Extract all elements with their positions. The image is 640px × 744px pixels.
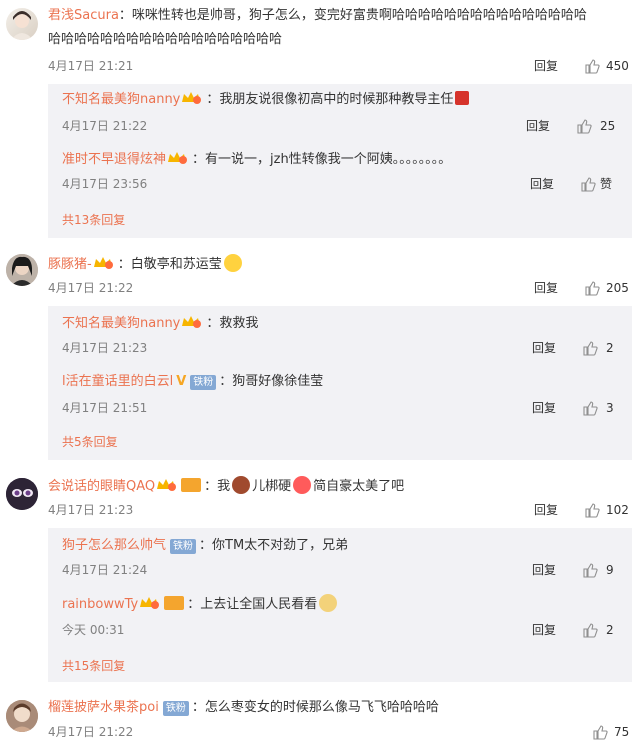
iron-fan-badge: 铁粉 bbox=[170, 539, 197, 554]
comment-text-end: 简自豪太美了吧 bbox=[313, 479, 405, 494]
thumbs-up-icon[interactable] bbox=[576, 118, 592, 134]
thumbs-up-icon[interactable] bbox=[582, 340, 598, 356]
like-label: 赞 bbox=[600, 177, 613, 191]
like-count: 2 bbox=[606, 623, 614, 637]
reply-timestamp: 4月17日 21:51 bbox=[62, 401, 148, 415]
thumbs-up-icon[interactable] bbox=[592, 724, 608, 740]
reply-text: ：救救我 bbox=[206, 316, 259, 331]
like-count: 102 bbox=[606, 503, 629, 517]
avatar[interactable] bbox=[6, 478, 38, 510]
thumbs-up-icon[interactable] bbox=[582, 400, 598, 416]
view-more-replies-link[interactable]: 共13条回复 bbox=[62, 210, 125, 230]
comment-username[interactable]: 豚豚猪- bbox=[48, 257, 92, 272]
view-more-replies-link[interactable]: 共15条回复 bbox=[62, 656, 125, 676]
verified-v-icon: V bbox=[176, 374, 187, 389]
comment-username[interactable]: 会说话的眼睛QAQ bbox=[48, 479, 155, 494]
reply-text: ：有一说一，jzh性转像我一个阿姨。。。。。。。。 bbox=[192, 152, 452, 167]
reply-list: 狗子怎么那么帅气 铁粉 ：你TM太不对劲了，兄弟 4月17日 21:24 回复 9 … bbox=[48, 528, 632, 682]
reply-text: ：狗哥好像徐佳莹 bbox=[219, 374, 324, 389]
reply-username[interactable]: 狗子怎么那么帅气 bbox=[62, 538, 166, 553]
reply-button[interactable]: 回复 bbox=[534, 500, 558, 520]
fan-level-badge-icon bbox=[164, 596, 185, 610]
reply-list: 不知名最美狗nanny ：我朋友说很像初高中的时候那种教导主任 4月17日 21:… bbox=[48, 84, 632, 238]
reply-username[interactable]: 不知名最美狗nanny bbox=[62, 316, 180, 331]
thumbs-up-icon[interactable] bbox=[582, 562, 598, 578]
comment-timestamp: 4月17日 21:22 bbox=[48, 725, 134, 739]
vip-crown-badge-icon bbox=[93, 256, 115, 270]
comment-username[interactable]: 君浅Sacura bbox=[48, 8, 119, 23]
comment-timestamp: 4月17日 21:21 bbox=[48, 59, 134, 73]
comment-text-mid: 儿梆硬 bbox=[252, 479, 292, 494]
comment-username[interactable]: 榴莲披萨水果茶poi bbox=[48, 700, 159, 715]
thumbs-up-icon[interactable] bbox=[584, 502, 600, 518]
like-count: 2 bbox=[606, 341, 614, 355]
like-count: 25 bbox=[600, 119, 616, 133]
avatar[interactable] bbox=[6, 254, 38, 286]
avatar[interactable] bbox=[6, 8, 38, 40]
reply-username[interactable]: 准时不早退得炫神 bbox=[62, 152, 166, 167]
like-count: 75 bbox=[614, 725, 630, 739]
reply-button[interactable]: 回复 bbox=[532, 620, 556, 640]
iron-fan-badge: 铁粉 bbox=[190, 375, 217, 390]
reply-timestamp: 今天 00:31 bbox=[62, 623, 125, 637]
like-count: 3 bbox=[606, 401, 614, 415]
comment-timestamp: 4月17日 21:23 bbox=[48, 503, 134, 517]
vip-crown-badge-icon bbox=[181, 315, 203, 329]
thumbs-up-icon[interactable] bbox=[584, 280, 600, 296]
comment-thread: 君浅Sacura：咪咪性转也是帅哥，狗子怎么，变完好富贵啊哈哈哈哈哈哈哈哈哈哈哈… bbox=[0, 0, 640, 744]
reply-button[interactable]: 回复 bbox=[534, 278, 558, 298]
reply-button[interactable]: 回复 bbox=[532, 338, 556, 358]
reply-list: 不知名最美狗nanny ：救救我 4月17日 21:23 回复 2 l活在童话里的… bbox=[48, 306, 632, 460]
reply-button[interactable]: 回复 bbox=[530, 174, 554, 194]
fan-level-badge-icon bbox=[181, 478, 202, 492]
red-badge-emoji-icon bbox=[455, 91, 470, 105]
like-count: 9 bbox=[606, 563, 614, 577]
reply-button[interactable]: 回复 bbox=[532, 398, 556, 418]
reply-timestamp: 4月17日 21:23 bbox=[62, 341, 148, 355]
reply-username[interactable]: 不知名最美狗nanny bbox=[62, 92, 180, 107]
thinking-face-emoji-icon bbox=[223, 254, 242, 272]
comment-timestamp: 4月17日 21:22 bbox=[48, 281, 134, 295]
reply-username[interactable]: rainbowwTy bbox=[62, 597, 138, 612]
vip-crown-badge-icon bbox=[139, 596, 161, 610]
reply-timestamp: 4月17日 23:56 bbox=[62, 177, 148, 191]
thumbs-up-icon[interactable] bbox=[582, 622, 598, 638]
reply-button[interactable]: 回复 bbox=[526, 116, 550, 136]
thumbs-up-icon[interactable] bbox=[580, 176, 596, 192]
vip-crown-badge-icon bbox=[181, 91, 203, 105]
thumbs-up-icon[interactable] bbox=[584, 58, 600, 74]
like-count: 205 bbox=[606, 281, 629, 295]
iron-fan-badge: 铁粉 bbox=[162, 701, 189, 716]
reply-text: ：你TM太不对劲了，兄弟 bbox=[199, 538, 349, 553]
comment-text: ：咪咪性转也是帅哥，狗子怎么，变完好富贵啊哈哈哈哈哈哈哈哈哈哈哈哈哈哈哈 bbox=[118, 8, 587, 23]
rooster-emoji-icon bbox=[232, 476, 251, 494]
comment-text-continued: 哈哈哈哈哈哈哈哈哈哈哈哈哈哈哈哈哈哈 bbox=[48, 32, 283, 47]
comment-text: ：怎么枣变女的时候那么像马飞飞哈哈哈哈 bbox=[191, 700, 439, 715]
reply-button[interactable]: 回复 bbox=[532, 560, 556, 580]
cat-face-emoji-icon bbox=[319, 594, 338, 612]
comment-text: ：白敬亭和苏运莹 bbox=[117, 257, 222, 272]
vip-crown-badge-icon bbox=[167, 151, 189, 165]
reply-button[interactable]: 回复 bbox=[534, 56, 558, 76]
avatar[interactable] bbox=[6, 700, 38, 732]
vip-crown-badge-icon bbox=[156, 478, 178, 492]
comment-text: ：我 bbox=[204, 479, 231, 494]
reply-text: ：上去让全国人民看看 bbox=[187, 597, 318, 612]
heart-eyes-emoji-icon bbox=[293, 476, 312, 494]
reply-timestamp: 4月17日 21:22 bbox=[62, 119, 148, 133]
reply-text: ：我朋友说很像初高中的时候那种教导主任 bbox=[206, 92, 454, 107]
reply-timestamp: 4月17日 21:24 bbox=[62, 563, 148, 577]
view-more-replies-link[interactable]: 共5条回复 bbox=[62, 432, 118, 452]
like-count: 450 bbox=[606, 59, 629, 73]
reply-username[interactable]: l活在童话里的白云l bbox=[62, 374, 173, 389]
